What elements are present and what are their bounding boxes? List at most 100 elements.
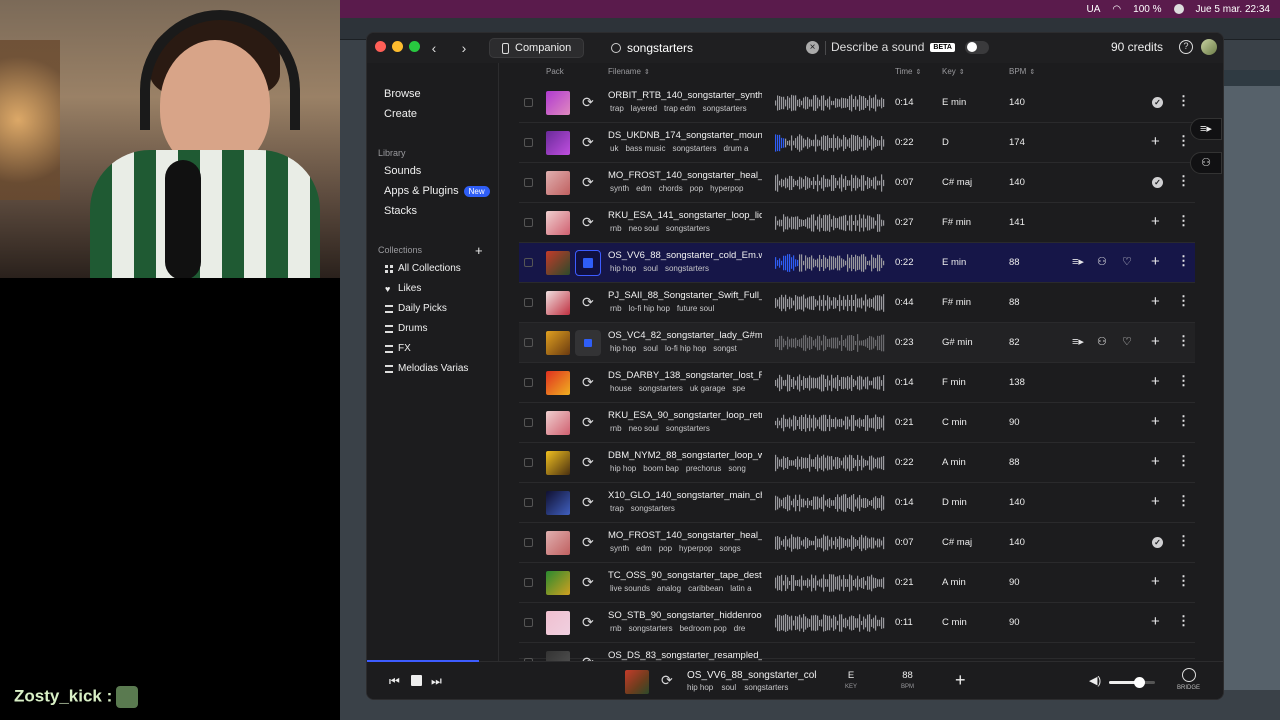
row-checkbox[interactable]: [524, 178, 533, 187]
tag[interactable]: trap: [610, 504, 624, 513]
row-checkbox[interactable]: [524, 298, 533, 307]
tag[interactable]: house: [610, 384, 632, 393]
tag[interactable]: rnb: [610, 424, 622, 433]
row-checkbox[interactable]: [524, 138, 533, 147]
column-header-time[interactable]: Time ⇕: [895, 67, 921, 76]
row-checkbox[interactable]: [524, 498, 533, 507]
waveform[interactable]: [775, 293, 885, 313]
sidebar-item-browse[interactable]: Browse: [384, 88, 421, 100]
filename[interactable]: DBM_NYM2_88_songstarter_loop_w: [608, 450, 762, 461]
pack-artwork[interactable]: [546, 131, 570, 155]
pack-artwork[interactable]: [546, 251, 570, 275]
tag[interactable]: neo soul: [629, 424, 659, 433]
loop-icon[interactable]: ⟳: [582, 614, 594, 631]
tag[interactable]: songstarters: [672, 144, 716, 153]
queue-icon[interactable]: ≡▸: [1190, 118, 1222, 140]
waveform[interactable]: [775, 173, 885, 193]
tag[interactable]: songstarters: [666, 424, 710, 433]
tag[interactable]: songstarters: [629, 624, 673, 633]
help-icon[interactable]: ?: [1179, 40, 1193, 54]
tag[interactable]: dre: [734, 624, 746, 633]
more-options-icon[interactable]: ⋮: [1177, 573, 1190, 589]
waveform[interactable]: [775, 133, 885, 153]
bridge-button[interactable]: BRIDGE: [1177, 668, 1200, 691]
add-sample-button[interactable]: +: [1151, 413, 1160, 430]
tag[interactable]: bedroom pop: [680, 624, 727, 633]
tag[interactable]: pop: [659, 544, 672, 553]
waveform[interactable]: [775, 413, 885, 433]
loop-icon[interactable]: ⟳: [582, 454, 594, 471]
tag[interactable]: hyperpop: [679, 544, 712, 553]
more-options-icon[interactable]: ⋮: [1177, 173, 1190, 189]
loop-icon[interactable]: ⟳: [582, 534, 594, 551]
tag[interactable]: uk garage: [690, 384, 726, 393]
tag[interactable]: prechorus: [686, 464, 722, 473]
volume-knob[interactable]: [1133, 677, 1145, 688]
waveform[interactable]: [775, 213, 885, 233]
tag[interactable]: caribbean: [688, 584, 723, 593]
tag[interactable]: boom bap: [643, 464, 679, 473]
pack-artwork[interactable]: [546, 171, 570, 195]
tag[interactable]: latin a: [730, 584, 751, 593]
add-sample-button[interactable]: +: [1151, 493, 1160, 510]
waveform[interactable]: [775, 93, 885, 113]
wifi-icon[interactable]: ◠: [1112, 4, 1121, 15]
more-options-icon[interactable]: ⋮: [1177, 133, 1190, 149]
pack-artwork[interactable]: [546, 491, 570, 515]
pack-artwork[interactable]: [546, 211, 570, 235]
pack-artwork[interactable]: [546, 611, 570, 635]
table-row[interactable]: ⟳ MO_FROST_140_songstarter_heal_c synth edm…: [519, 163, 1195, 203]
table-row[interactable]: ⟳OS_DS_83_songstarter_resampled_: [519, 643, 1195, 675]
waveform[interactable]: [775, 533, 885, 553]
tag[interactable]: neo soul: [629, 224, 659, 233]
tag[interactable]: songstarters: [639, 384, 683, 393]
table-row[interactable]: ⟳ MO_FROST_140_songstarter_heal_s synth edm…: [519, 523, 1195, 563]
tag[interactable]: songstarters: [703, 104, 747, 113]
tag[interactable]: layered: [631, 104, 657, 113]
previous-icon[interactable]: ⏮: [389, 674, 400, 689]
loop-icon[interactable]: ⟳: [582, 374, 594, 391]
control-center-icon[interactable]: [1173, 4, 1184, 14]
column-header-bpm[interactable]: BPM ⇕: [1009, 67, 1035, 76]
tag[interactable]: rnb: [610, 304, 622, 313]
more-options-icon[interactable]: ⋮: [1177, 293, 1190, 309]
tag[interactable]: songstarters: [744, 683, 788, 692]
tag[interactable]: song: [728, 464, 745, 473]
row-checkbox[interactable]: [524, 418, 533, 427]
table-row[interactable]: ⟳ PJ_SAII_88_Songstarter_Swift_Full_F rnb l…: [519, 283, 1195, 323]
table-row[interactable]: ⟳ DS_UKDNB_174_songstarter_mount uk bass mu…: [519, 123, 1195, 163]
tag[interactable]: bass music: [625, 144, 665, 153]
add-sample-button[interactable]: +: [1151, 613, 1160, 630]
companion-button[interactable]: Companion: [489, 38, 585, 58]
tag[interactable]: hyperpop: [710, 184, 743, 193]
loop-icon[interactable]: ⟳: [582, 214, 594, 231]
add-sample-button[interactable]: +: [1151, 213, 1160, 230]
sidebar-item-apps-plugins[interactable]: Apps & Plugins New: [384, 185, 490, 197]
collection-melodias-varias[interactable]: Melodias Varias: [385, 363, 468, 374]
table-row[interactable]: ⟳ X10_GLO_140_songstarter_main_chi trap son…: [519, 483, 1195, 523]
pack-artwork[interactable]: [546, 371, 570, 395]
next-icon[interactable]: ⏭: [431, 674, 442, 689]
search-input[interactable]: songstarters ×: [611, 38, 819, 58]
collection-all[interactable]: All Collections: [385, 263, 461, 274]
filename[interactable]: TC_OSS_90_songstarter_tape_desti: [608, 570, 762, 581]
tag[interactable]: hip hop: [610, 464, 636, 473]
add-to-queue-icon[interactable]: ≡▸: [1072, 335, 1084, 348]
waveform[interactable]: [775, 613, 885, 633]
more-options-icon[interactable]: ⋮: [1177, 373, 1190, 389]
tag[interactable]: spe: [732, 384, 745, 393]
tag[interactable]: pop: [690, 184, 703, 193]
waveform[interactable]: [775, 253, 885, 273]
tag[interactable]: future soul: [677, 304, 714, 313]
loop-icon[interactable]: ⟳: [582, 574, 594, 591]
add-to-queue-icon[interactable]: ≡▸: [1072, 255, 1084, 268]
collection-daily-picks[interactable]: Daily Picks: [385, 303, 447, 314]
loop-icon[interactable]: ⟳: [661, 672, 673, 689]
row-checkbox[interactable]: [524, 538, 533, 547]
filename[interactable]: DS_DARBY_138_songstarter_lost_Fr: [608, 370, 762, 381]
more-options-icon[interactable]: ⋮: [1177, 453, 1190, 469]
filename[interactable]: RKU_ESA_141_songstarter_loop_liqu: [608, 210, 762, 221]
tag[interactable]: chords: [659, 184, 683, 193]
loop-icon[interactable]: ⟳: [582, 134, 594, 151]
more-options-icon[interactable]: ⋮: [1177, 493, 1190, 509]
